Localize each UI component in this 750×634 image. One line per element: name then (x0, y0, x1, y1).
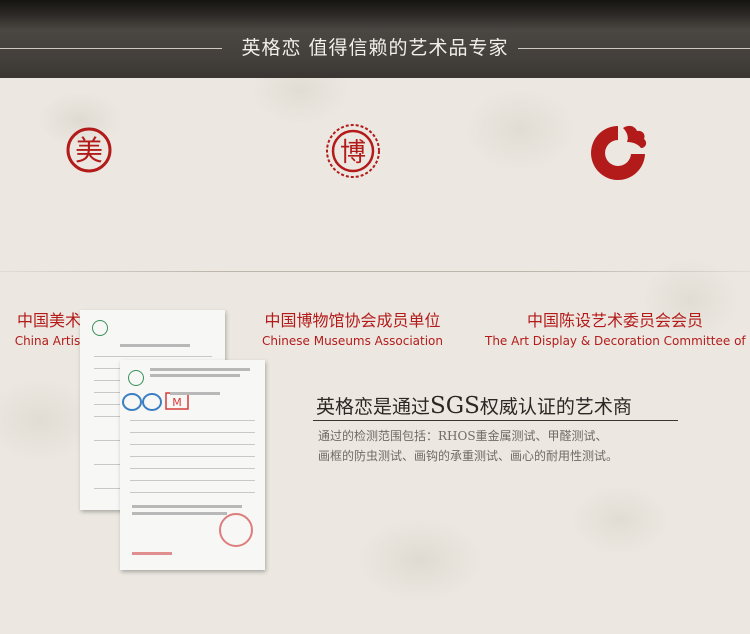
inspection-report-document-icon: M (120, 360, 265, 570)
mei-seal-icon: 美 (66, 127, 112, 173)
association-item-display-committee: 中国陈设艺术委员会会员 The Art Display & Decoration… (485, 120, 750, 348)
association-name-en: Chinese Museums Association (261, 334, 444, 348)
museum-seal-icon: 博 (326, 124, 380, 178)
svg-text:M: M (172, 396, 182, 409)
title-suffix: 权威认证的艺术商 (479, 396, 632, 418)
association-name-cn: 中国博物馆协会成员单位 (264, 311, 441, 330)
cloud-ring-logo-icon (591, 125, 647, 180)
header-banner: 英格恋 值得信赖的艺术品专家 (0, 0, 750, 78)
seal-char: 美 (75, 134, 103, 167)
association-item-artists: 美 中国美术家协会会员 China Artists Association (0, 120, 178, 348)
sgs-description-line-1: 通过的检测范围包括：RHOS重金属测试、甲醛测试、 (318, 429, 608, 443)
red-stamp-icon (219, 513, 253, 547)
association-item-museums: 博 中国博物馆协会成员单位 Chinese Museums Associatio… (250, 120, 455, 348)
sgs-certification-title: 英格恋是通过SGS权威认证的艺术商 (316, 393, 632, 420)
title-underline (313, 420, 678, 421)
title-prefix: 英格恋是通过 (316, 396, 431, 418)
seal-char: 博 (340, 138, 366, 168)
association-name-cn: 中国陈设艺术委员会会员 (526, 311, 703, 330)
header-line-right (518, 48, 750, 49)
section-divider (0, 271, 750, 272)
association-name-en: The Art Display & Decoration Committee o… (485, 334, 750, 348)
sgs-description-line-2: 画框的防虫测试、画钩的承重测试、画心的耐用性测试。 (318, 449, 619, 463)
title-highlight-sgs: SGS (430, 393, 480, 419)
